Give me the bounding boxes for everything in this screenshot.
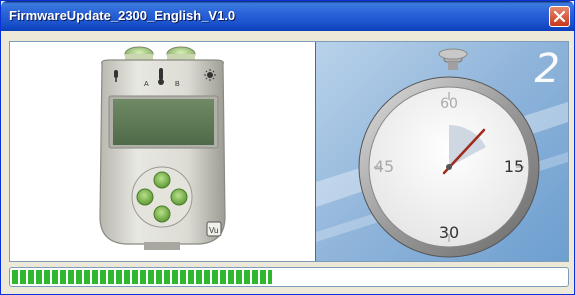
down-button[interactable] [153, 205, 171, 223]
firmware-update-window: FirmwareUpdate_2300_English_V1.0 A B Vu … [0, 0, 575, 295]
dial-number-30: 30 [439, 223, 459, 242]
left-button[interactable] [136, 188, 154, 206]
hand-pivot [446, 164, 452, 170]
window-title: FirmwareUpdate_2300_English_V1.0 [9, 8, 236, 23]
stopwatch-crown [438, 48, 468, 70]
dial-number-15: 15 [504, 157, 524, 176]
close-icon [554, 11, 565, 22]
step-counter: 2 [534, 46, 560, 92]
port-label-b: B [175, 81, 180, 88]
up-button[interactable] [153, 171, 171, 189]
progress-bar-fill [12, 270, 272, 284]
port-label-a: A [144, 81, 149, 88]
close-button[interactable] [549, 6, 570, 27]
stopwatch-panel: 60 15 30 45 2 [316, 42, 568, 261]
data-logger-device-image: A B Vu [99, 46, 226, 250]
stopwatch-image: 60 15 30 45 [316, 48, 568, 258]
title-bar[interactable]: FirmwareUpdate_2300_English_V1.0 [1, 1, 574, 31]
dial-number-45: 45 [374, 157, 394, 176]
button-pad [131, 166, 193, 228]
dial-number-60: 60 [440, 96, 458, 112]
right-button[interactable] [170, 188, 188, 206]
vu-logo-text: Vu [209, 226, 219, 235]
device-panel: A B Vu [10, 42, 315, 261]
device-screen [113, 99, 214, 145]
animation-frame: A B Vu 60 15 30 45 2 [9, 41, 569, 262]
progress-bar [9, 267, 569, 287]
